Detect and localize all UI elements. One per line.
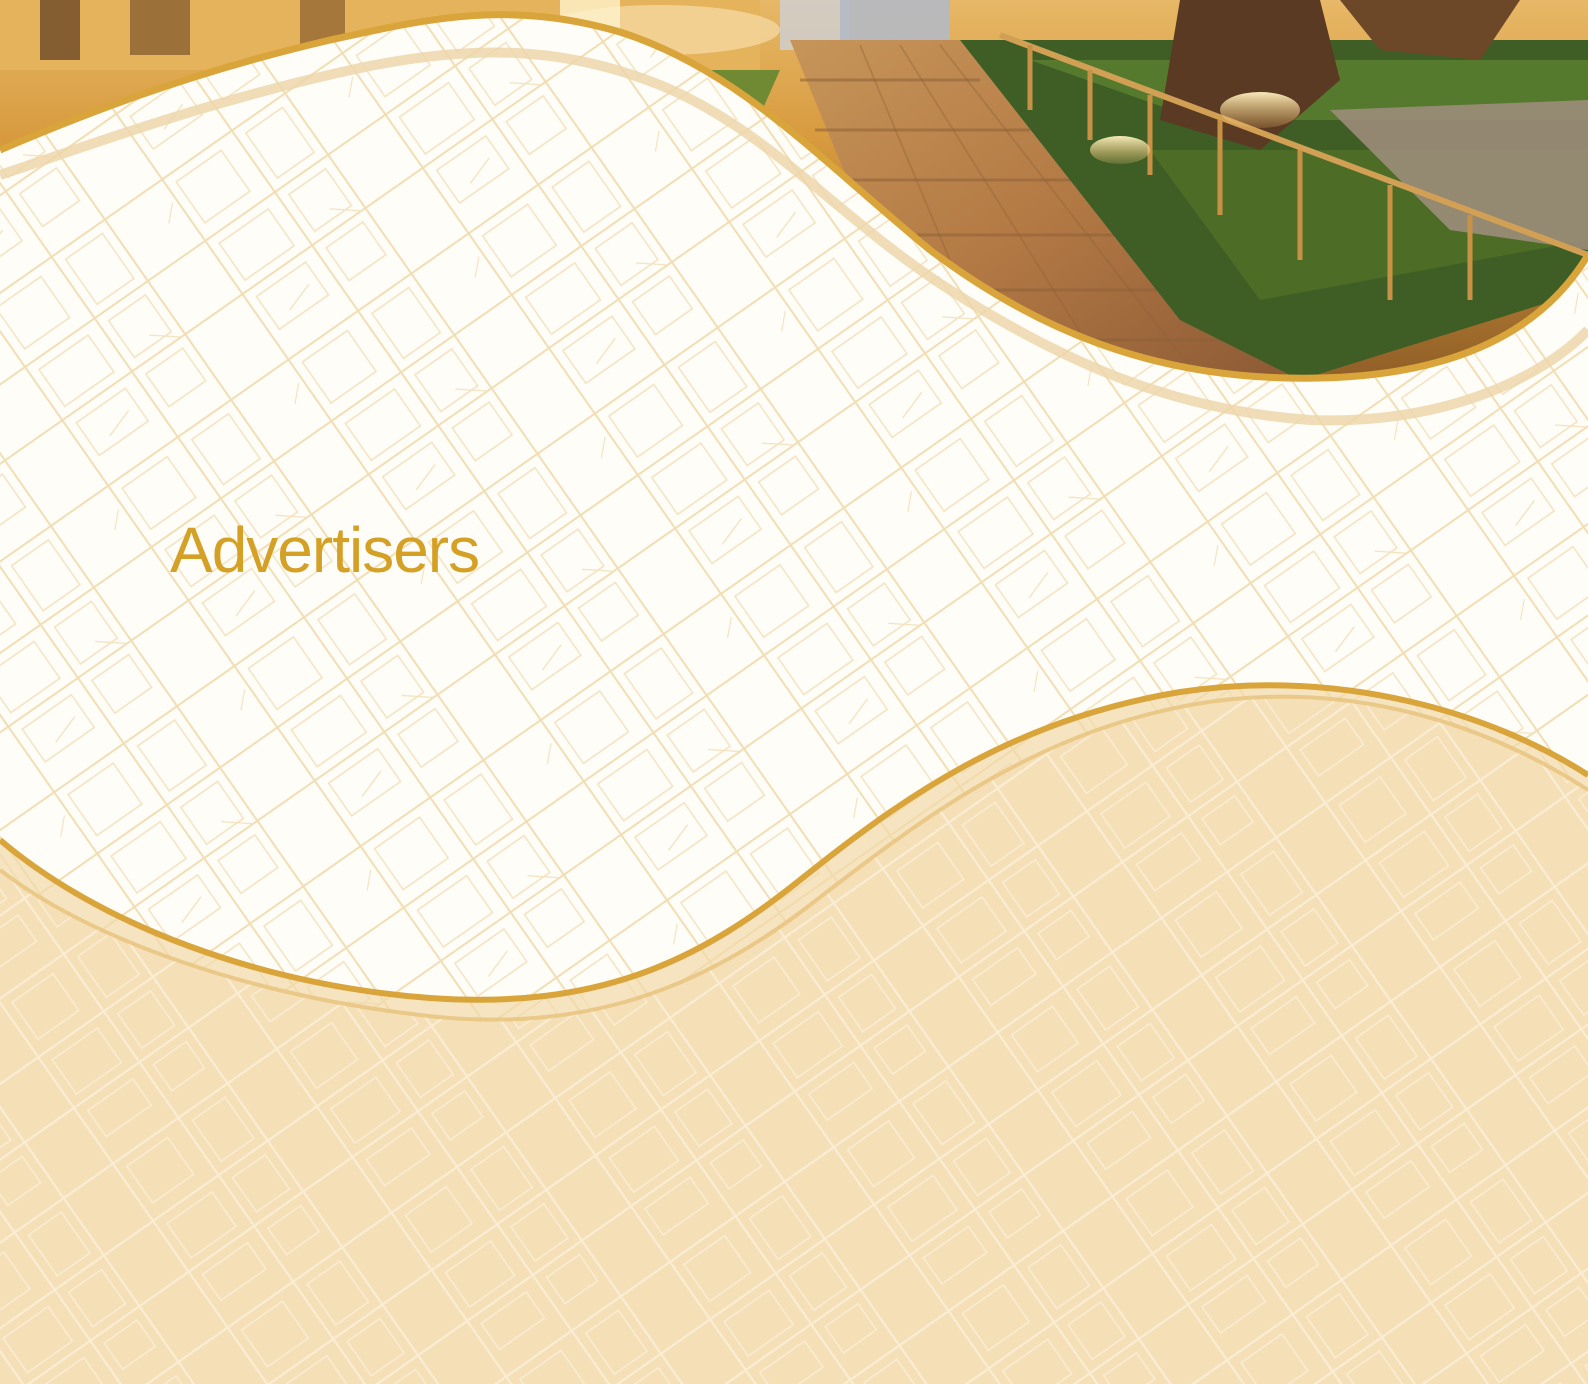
page-title: Advertisers: [170, 514, 480, 586]
decorative-background: [0, 0, 1588, 1384]
advertisers-divider-page: Advertisers: [0, 0, 1588, 1384]
